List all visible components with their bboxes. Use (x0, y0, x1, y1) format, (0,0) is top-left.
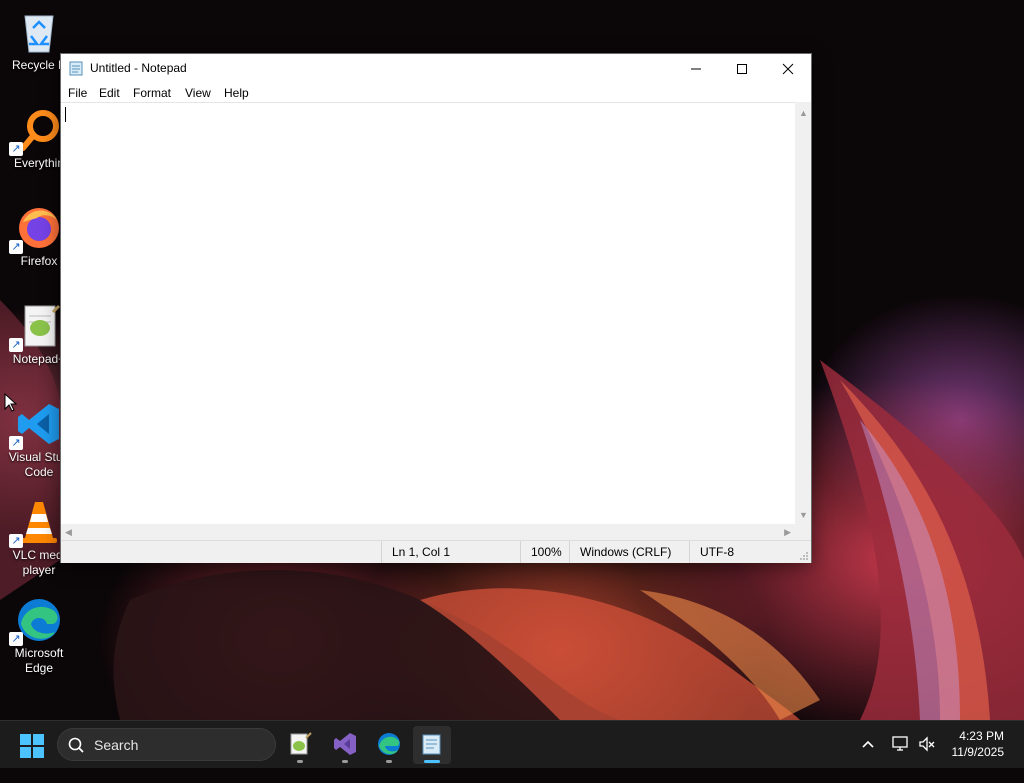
shortcut-arrow-icon: ↗ (9, 142, 23, 156)
scroll-right-arrow-icon[interactable]: ▶ (784, 527, 791, 537)
shortcut-arrow-icon: ↗ (9, 338, 23, 352)
running-indicator (342, 760, 348, 763)
taskbar-app-notepad-plus-plus[interactable] (281, 726, 319, 764)
close-icon (782, 63, 794, 75)
active-indicator (424, 760, 440, 763)
title-bar[interactable]: Untitled - Notepad (61, 54, 811, 83)
status-zoom: 100% (520, 541, 570, 563)
scroll-left-arrow-icon[interactable]: ◀ (65, 527, 72, 537)
taskbar-app-notepad[interactable] (413, 726, 451, 764)
scroll-up-arrow-icon[interactable]: ▲ (799, 108, 808, 118)
taskbar-search-box[interactable]: Search (57, 728, 276, 761)
taskbar-app-visual-studio[interactable] (326, 726, 364, 764)
status-encoding: UTF-8 (689, 541, 799, 563)
windows-start-icon[interactable] (20, 734, 44, 758)
status-line-ending: Windows (CRLF) (569, 541, 691, 563)
volume-muted-icon[interactable] (918, 736, 936, 782)
shortcut-arrow-icon: ↗ (9, 534, 23, 548)
taskbar: Search 4:23 PM 11/9/2025 (0, 720, 1024, 768)
notepad-icon (69, 61, 83, 76)
search-icon (68, 737, 84, 753)
maximize-button[interactable] (719, 54, 765, 83)
horizontal-scrollbar[interactable]: ◀ ▶ (61, 524, 795, 540)
text-caret (65, 107, 66, 122)
resize-grip-icon[interactable] (799, 551, 809, 561)
menu-help[interactable]: Help (224, 86, 249, 100)
shortcut-arrow-icon: ↗ (9, 240, 23, 254)
close-button[interactable] (765, 54, 811, 83)
edge-icon (378, 733, 400, 755)
notepad-window[interactable]: Untitled - Notepad File Edit Format View… (60, 53, 812, 563)
shortcut-arrow-icon: ↗ (9, 632, 23, 646)
notepad-plus-plus-icon (290, 732, 312, 755)
recycle-bin-icon (24, 15, 54, 53)
maximize-icon (737, 64, 747, 75)
status-cursor-position: Ln 1, Col 1 (381, 541, 522, 563)
menu-bar: File Edit Format View Help (61, 83, 811, 102)
desktop-icon-label: Microsoft Edge (14, 646, 64, 675)
text-editor-area[interactable] (61, 102, 795, 525)
menu-file[interactable]: File (68, 86, 87, 100)
search-placeholder: Search (94, 737, 139, 753)
minimize-button[interactable] (673, 54, 719, 83)
vertical-scrollbar[interactable]: ▲ ▼ (795, 102, 811, 524)
running-indicator (297, 760, 303, 763)
scroll-down-arrow-icon[interactable]: ▼ (799, 510, 808, 520)
running-indicator (386, 760, 392, 763)
network-icon[interactable] (892, 736, 910, 782)
minimize-icon (691, 68, 701, 70)
window-title: Untitled - Notepad (90, 61, 187, 75)
notepad-icon (422, 734, 441, 755)
clock-time: 4:23 PM (959, 729, 1004, 743)
system-clock[interactable]: 4:23 PM 11/9/2025 (952, 728, 1005, 760)
menu-view[interactable]: View (185, 86, 211, 100)
shortcut-arrow-icon: ↗ (9, 436, 23, 450)
status-bar: Ln 1, Col 1 100% Windows (CRLF) UTF-8 (61, 540, 811, 563)
scroll-corner (795, 524, 811, 540)
clock-date: 11/9/2025 (951, 745, 1005, 759)
menu-format[interactable]: Format (133, 86, 171, 100)
menu-edit[interactable]: Edit (99, 86, 120, 100)
visual-studio-icon (334, 733, 356, 755)
desktop-icon-edge[interactable]: ↗ Microsoft Edge (2, 596, 76, 676)
chevron-up-icon[interactable] (861, 737, 875, 783)
taskbar-app-edge[interactable] (370, 726, 408, 764)
mouse-pointer-icon (4, 393, 18, 412)
